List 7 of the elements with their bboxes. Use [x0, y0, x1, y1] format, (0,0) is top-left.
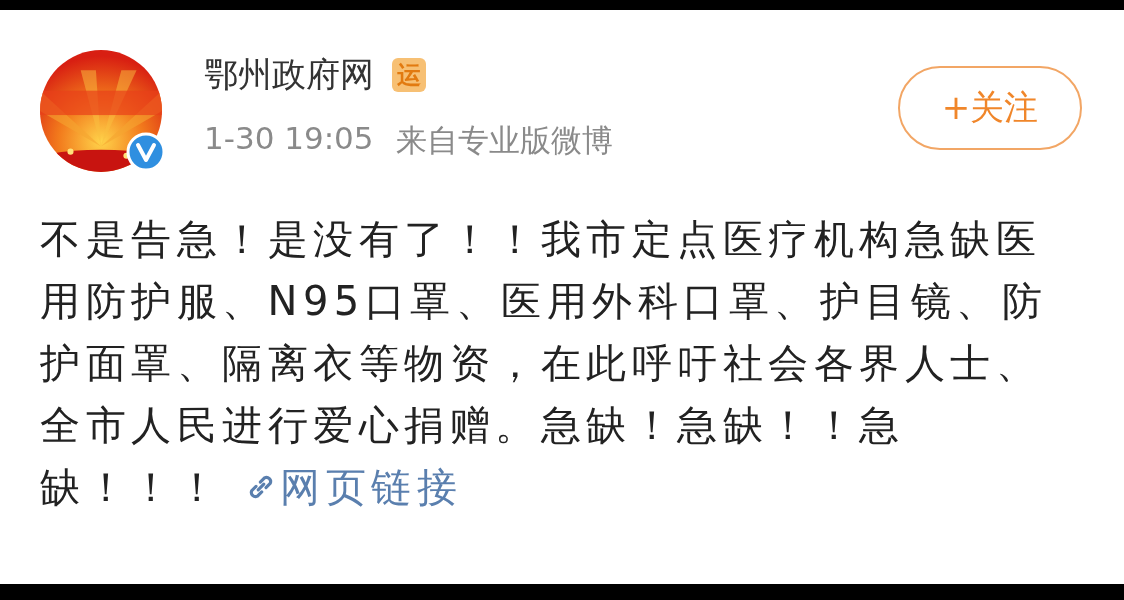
web-link[interactable]: 网页链接	[244, 464, 462, 510]
post-time: 1-30 19:05	[204, 120, 374, 158]
author-name[interactable]: 鄂州政府网	[204, 52, 374, 98]
post-source: 来自专业版微博	[395, 121, 613, 160]
follow-button[interactable]: +关注	[898, 66, 1082, 150]
post-text: 不是告急！是没有了！！我市定点医疗机构急缺医用防护服、N95口罩、医用外科口罩、护目镜、防护面罩、隔离衣等物资，在此呼吁社会各界人士、全市人民进行爱心捐赠。急缺！急缺！！急缺！！！ 网页链接	[40, 215, 1049, 512]
member-badge: 运	[392, 58, 426, 92]
